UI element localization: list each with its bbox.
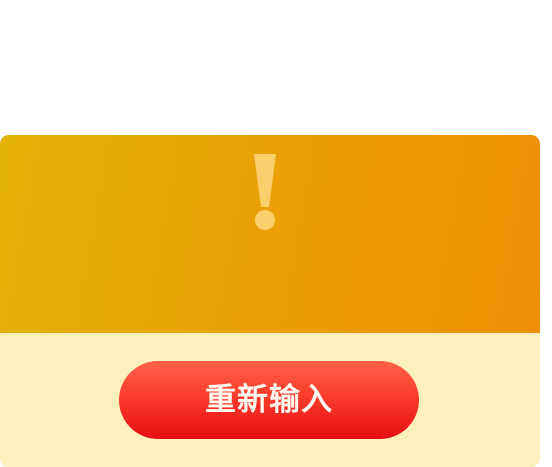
dialog-header [0, 135, 540, 333]
dialog-footer: 重新输入 [0, 333, 540, 467]
alert-dialog: 重新输入 [0, 135, 540, 467]
screen: 重新输入 [0, 0, 552, 467]
retry-button[interactable]: 重新输入 [119, 361, 419, 439]
exclamation-icon [254, 154, 276, 230]
